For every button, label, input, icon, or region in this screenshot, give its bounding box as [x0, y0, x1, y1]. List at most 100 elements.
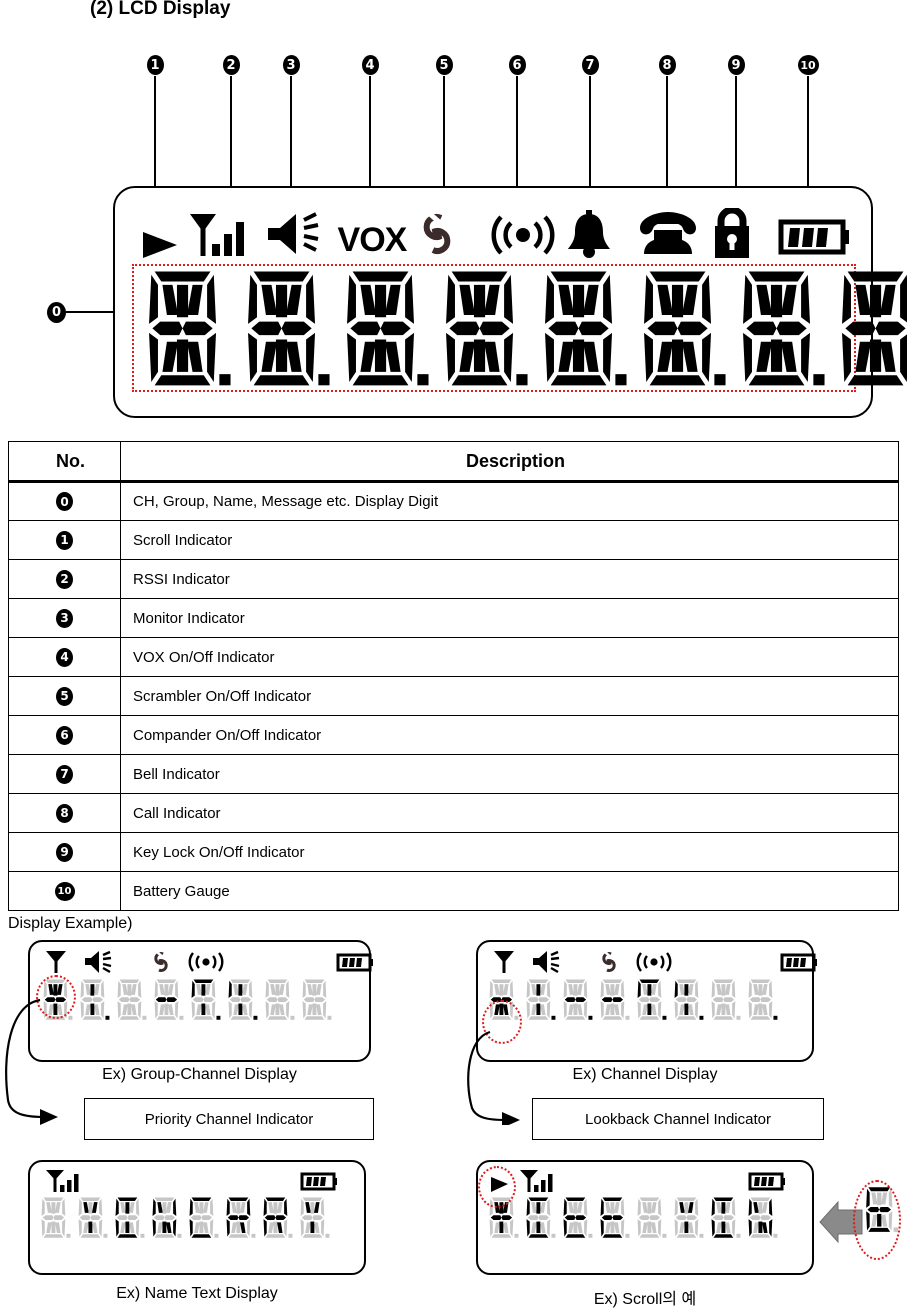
example-nt-caption: Ex) Name Text Display — [116, 1285, 278, 1302]
battery-gauge-icon — [778, 208, 853, 260]
lcd-digit — [297, 1196, 331, 1240]
table-row: 9 Key Lock On/Off Indicator — [8, 832, 899, 872]
lcd-digit — [151, 978, 185, 1022]
lcd-digit — [238, 268, 334, 391]
table-cell-no: 8 — [8, 793, 121, 833]
lcd-digit — [223, 1196, 257, 1240]
compander-icon — [486, 208, 561, 260]
lcd-digit — [597, 1196, 631, 1240]
lcd-digit — [38, 1196, 72, 1240]
lcd-digit — [634, 1196, 668, 1240]
scrambler-icon — [598, 949, 634, 975]
table-cell-description: VOX On/Off Indicator — [120, 637, 899, 677]
antenna-icon — [492, 949, 532, 975]
table-row: 4 VOX On/Off Indicator — [8, 637, 899, 677]
row-marker-0: 0 — [56, 492, 73, 511]
compander-icon — [186, 949, 336, 975]
scroll-indicator-icon — [488, 1168, 518, 1194]
table-row: 8 Call Indicator — [8, 793, 899, 833]
monitor-speaker-icon — [84, 949, 150, 975]
lcd-digit — [486, 978, 520, 1022]
lcd-digit — [634, 978, 668, 1022]
example-nt-digit-row — [38, 1196, 334, 1240]
table-row: 5 Scrambler On/Off Indicator — [8, 676, 899, 716]
description-table: No. Description 0 CH, Group, Name, Messag… — [8, 441, 899, 911]
lcd-digit — [299, 978, 333, 1022]
rssi-indicator-icon — [44, 1168, 300, 1194]
lcd-digit — [112, 1196, 146, 1240]
callout-marker-9: 9 — [727, 55, 745, 75]
priority-channel-callout: Priority Channel Indicator — [84, 1098, 374, 1140]
callout-marker-4: 4 — [361, 55, 379, 75]
table-cell-no: 5 — [8, 676, 121, 716]
main-lcd-panel: VOX — [113, 186, 907, 418]
table-row: 3 Monitor Indicator — [8, 598, 899, 638]
table-row: 2 RSSI Indicator — [8, 559, 899, 599]
example-scroll-panel — [476, 1160, 814, 1275]
scrambler-icon — [150, 949, 186, 975]
priority-callout-arrow — [5, 998, 58, 1125]
scroll-incoming-digit — [862, 1186, 900, 1234]
lcd-digit — [225, 978, 259, 1022]
table-cell-description: Key Lock On/Off Indicator — [120, 832, 899, 872]
callout-marker-10: 10 — [797, 55, 819, 75]
table-cell-description: Scrambler On/Off Indicator — [120, 676, 899, 716]
lcd-digit — [862, 1186, 900, 1234]
example-sc-caption: Ex) Scroll의 예 — [593, 1291, 697, 1308]
callout-leader-9 — [735, 76, 737, 198]
table-cell-description: Battery Gauge — [120, 871, 899, 911]
vox-label: VOX — [337, 221, 408, 259]
main-digit-row — [139, 268, 907, 391]
callout-marker-0: 0 — [47, 302, 66, 323]
table-cell-description: Monitor Indicator — [120, 598, 899, 638]
lcd-digit — [535, 268, 631, 391]
table-cell-no: 3 — [8, 598, 121, 638]
example-nt-icons — [44, 1168, 340, 1194]
callout-marker-2: 2 — [222, 55, 240, 75]
compander-icon — [634, 949, 780, 975]
lcd-digit — [75, 1196, 109, 1240]
vox-icon: VOX — [338, 221, 417, 260]
callout-marker-8: 8 — [658, 55, 676, 75]
table-cell-no: 0 — [8, 480, 121, 521]
table-cell-no: 9 — [8, 832, 121, 872]
callout-leader-7 — [589, 76, 591, 198]
lcd-digit — [745, 1196, 779, 1240]
antenna-icon — [44, 949, 84, 975]
lcd-digit — [634, 268, 730, 391]
row-marker-2: 2 — [56, 569, 73, 589]
example-gc-icons — [44, 949, 376, 975]
example-ch-digit-row — [486, 978, 782, 1022]
table-cell-description: Bell Indicator — [120, 754, 899, 794]
table-cell-no: 1 — [8, 520, 121, 560]
page-title: (2) LCD Display — [90, 0, 231, 19]
table-header-row: No. Description — [8, 441, 899, 482]
lcd-digit — [671, 978, 705, 1022]
lcd-digit — [523, 978, 557, 1022]
example-ch-icons — [492, 949, 820, 975]
lookback-callout-arrow — [467, 1030, 520, 1125]
callout-marker-6: 6 — [508, 55, 526, 75]
table-cell-description: Call Indicator — [120, 793, 899, 833]
table-row: 7 Bell Indicator — [8, 754, 899, 794]
table-row: 1 Scroll Indicator — [8, 520, 899, 560]
scrambler-icon — [416, 208, 485, 260]
lcd-digit — [733, 268, 829, 391]
lcd-digit — [188, 978, 222, 1022]
lcd-digit — [832, 268, 907, 391]
table-cell-no: 10 — [8, 871, 121, 911]
lcd-digit — [486, 1196, 520, 1240]
table-cell-no: 6 — [8, 715, 121, 755]
callout-marker-7: 7 — [581, 55, 599, 75]
scroll-indicator-icon — [137, 210, 186, 260]
battery-gauge-icon — [336, 949, 376, 975]
lcd-digit — [597, 978, 631, 1022]
example-name-text-panel — [28, 1160, 366, 1275]
key-lock-icon — [709, 208, 778, 260]
lcd-digit — [262, 978, 296, 1022]
callout-marker-5: 5 — [435, 55, 453, 75]
lcd-digit — [560, 1196, 594, 1240]
table-cell-no: 7 — [8, 754, 121, 794]
table-row: 6 Compander On/Off Indicator — [8, 715, 899, 755]
scroll-in-arrow — [819, 1200, 863, 1244]
